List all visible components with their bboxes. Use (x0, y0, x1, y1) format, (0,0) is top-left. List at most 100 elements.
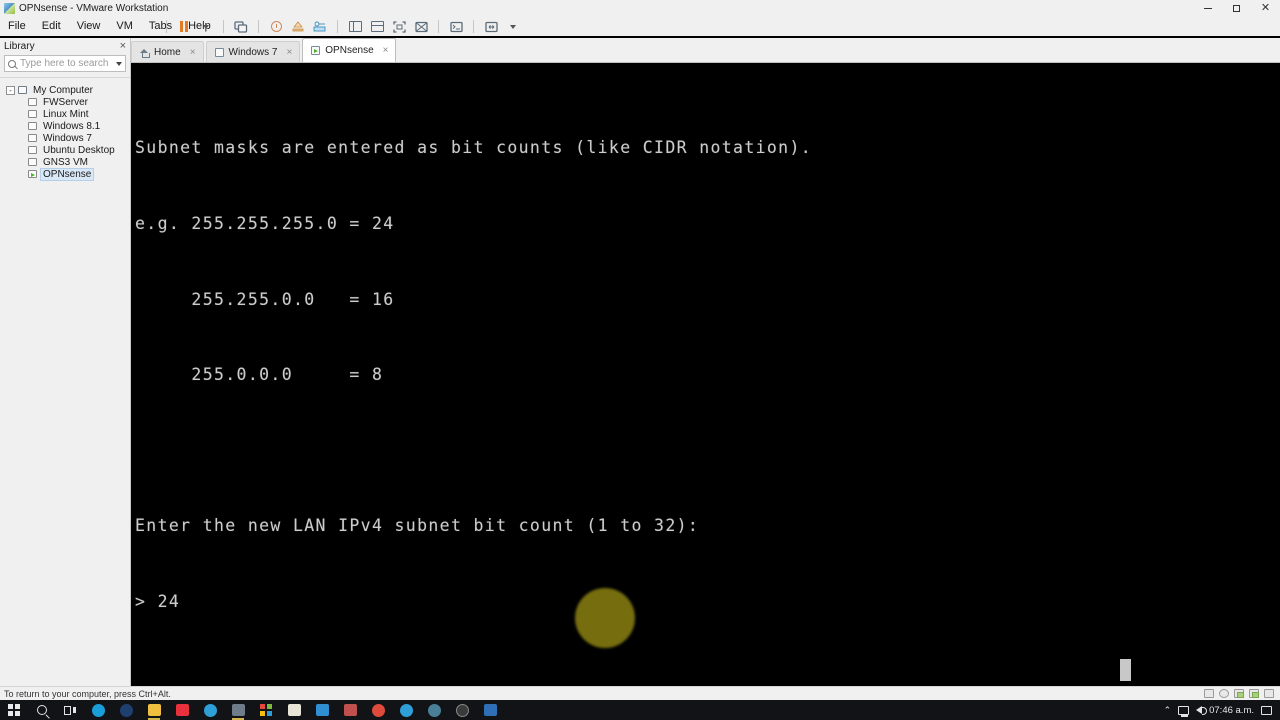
vm-icon (28, 146, 37, 154)
computer-icon (18, 86, 27, 94)
show-library-icon[interactable] (344, 18, 366, 35)
minimize-button[interactable] (1193, 0, 1222, 17)
opera-icon[interactable] (420, 700, 448, 720)
volume-icon[interactable] (1196, 706, 1208, 715)
console-line: 255.0.0.0 = 8 (135, 365, 384, 385)
tree-item-ubuntu-desktop[interactable]: Ubuntu Desktop (0, 144, 130, 156)
tree-item-label: GNS3 VM (43, 156, 89, 168)
vm-device-icons (1204, 689, 1280, 698)
console-line: Subnet masks are entered as bit counts (… (135, 138, 813, 158)
tree-root-my-computer[interactable]: - My Computer (0, 84, 130, 96)
tree-item-label: Windows 8.1 (43, 120, 101, 132)
vm-icon (28, 110, 37, 118)
action-center-icon[interactable] (1261, 705, 1272, 715)
network-adapter-2-icon[interactable] (1249, 689, 1259, 698)
tree-item-opnsense[interactable]: OPNsense (0, 167, 130, 181)
full-screen-icon[interactable] (388, 18, 410, 35)
tab-windows-7[interactable]: Windows 7 × (205, 41, 301, 62)
tree-item-fwserver[interactable]: FWServer (0, 96, 130, 108)
network-adapter-1-icon[interactable] (1234, 689, 1244, 698)
stretch-dropdown-caret-icon[interactable] (502, 18, 524, 35)
tree-item-label: Windows 7 (43, 132, 92, 144)
vmware-icon (4, 3, 15, 14)
revert-snapshot-icon[interactable] (287, 18, 309, 35)
library-close-icon[interactable]: × (120, 40, 126, 52)
tab-opnsense[interactable]: OPNsense × (302, 38, 397, 62)
snapshot-manager-icon[interactable] (309, 18, 331, 35)
unity-glyph-icon (414, 21, 428, 32)
fullscreen-glyph-icon (392, 20, 406, 33)
console-glyph-icon (449, 21, 463, 32)
title-bar: OPNsense - VMware Workstation ✕ (0, 0, 1280, 17)
vm-icon (28, 98, 37, 106)
folder-icon[interactable] (308, 700, 336, 720)
taskbar-clock[interactable]: 07:46 a.m. (1209, 705, 1254, 716)
edge-icon[interactable] (84, 700, 112, 720)
menu-vm[interactable]: VM (108, 17, 141, 36)
vm-icon (28, 134, 37, 142)
vm-console[interactable]: Subnet masks are entered as bit counts (… (131, 63, 1280, 686)
windows-start-icon[interactable] (0, 700, 28, 720)
edge-chromium-icon[interactable] (392, 700, 420, 720)
gns3-icon[interactable] (448, 700, 476, 720)
vm-running-icon (28, 170, 37, 178)
task-view-icon[interactable] (56, 700, 84, 720)
telegram-icon[interactable] (196, 700, 224, 720)
manage-snapshots-icon[interactable] (230, 18, 252, 35)
store-bag-icon[interactable] (280, 700, 308, 720)
tab-close-icon[interactable]: × (190, 47, 196, 58)
cd-drive-icon[interactable] (1219, 689, 1229, 698)
chrome-icon[interactable] (364, 700, 392, 720)
chevron-down-icon[interactable] (116, 61, 122, 66)
tree-item-gns3-vm[interactable]: GNS3 VM (0, 156, 130, 168)
tab-close-icon[interactable]: × (286, 47, 292, 58)
putty-icon[interactable] (476, 700, 504, 720)
tree-item-windows-81[interactable]: Windows 8.1 (0, 120, 130, 132)
take-snapshot-icon[interactable] (265, 18, 287, 35)
maximize-button[interactable] (1222, 0, 1251, 17)
tree-item-windows-7[interactable]: Windows 7 (0, 132, 130, 144)
tab-close-icon[interactable]: × (383, 45, 389, 56)
vmware-workstation-window: OPNsense - VMware Workstation ✕ File Edi… (0, 0, 1280, 720)
menu-view[interactable]: View (69, 17, 109, 36)
pause-dropdown-caret-icon[interactable] (195, 18, 217, 35)
taskbar-search-icon[interactable] (28, 700, 56, 720)
toolbar-separator (166, 20, 167, 33)
hard-disk-icon[interactable] (1204, 689, 1214, 698)
vmware-workstation-icon[interactable] (224, 700, 252, 720)
internet-explorer-icon[interactable] (112, 700, 140, 720)
tree-item-label: Linux Mint (43, 108, 89, 120)
tree-item-linux-mint[interactable]: Linux Mint (0, 108, 130, 120)
stretch-view-icon[interactable] (480, 18, 502, 35)
console-view-icon[interactable] (445, 18, 467, 35)
show-thumbnails-icon[interactable] (366, 18, 388, 35)
window-title: OPNsense - VMware Workstation (19, 3, 169, 14)
search-input[interactable]: Type here to search (20, 58, 116, 69)
tree-expander-icon[interactable]: - (6, 85, 15, 95)
file-explorer-icon[interactable] (140, 700, 168, 720)
library-search[interactable]: Type here to search (4, 55, 126, 72)
tab-home[interactable]: Home × (131, 41, 204, 62)
unity-mode-icon[interactable] (410, 18, 432, 35)
console-line: e.g. 255.255.255.0 = 24 (135, 214, 395, 233)
microsoft-store-icon[interactable] (252, 700, 280, 720)
usb-device-icon[interactable] (1264, 689, 1274, 698)
photos-icon[interactable] (336, 700, 364, 720)
library-panel: Library × Type here to search - My Compu… (0, 38, 131, 686)
tree-item-label: Ubuntu Desktop (43, 144, 115, 156)
pause-vm-icon[interactable] (173, 18, 195, 35)
mouse-cursor-highlight (575, 588, 635, 648)
toolbar-separator (438, 20, 439, 33)
menu-file[interactable]: File (0, 17, 34, 36)
vm-tree: - My Computer FWServer Linux Mint Window… (0, 77, 130, 181)
menu-edit[interactable]: Edit (34, 17, 69, 36)
network-icon[interactable] (1178, 705, 1190, 717)
tab-label: Windows 7 (228, 46, 278, 58)
stretch-glyph-icon (484, 21, 498, 32)
search-icon (8, 59, 16, 68)
close-button[interactable]: ✕ (1251, 0, 1280, 17)
chevron-up-icon[interactable]: ⌃ (1164, 705, 1172, 716)
tree-item-label: OPNsense (39, 167, 95, 181)
adobe-flash-icon[interactable] (168, 700, 196, 720)
